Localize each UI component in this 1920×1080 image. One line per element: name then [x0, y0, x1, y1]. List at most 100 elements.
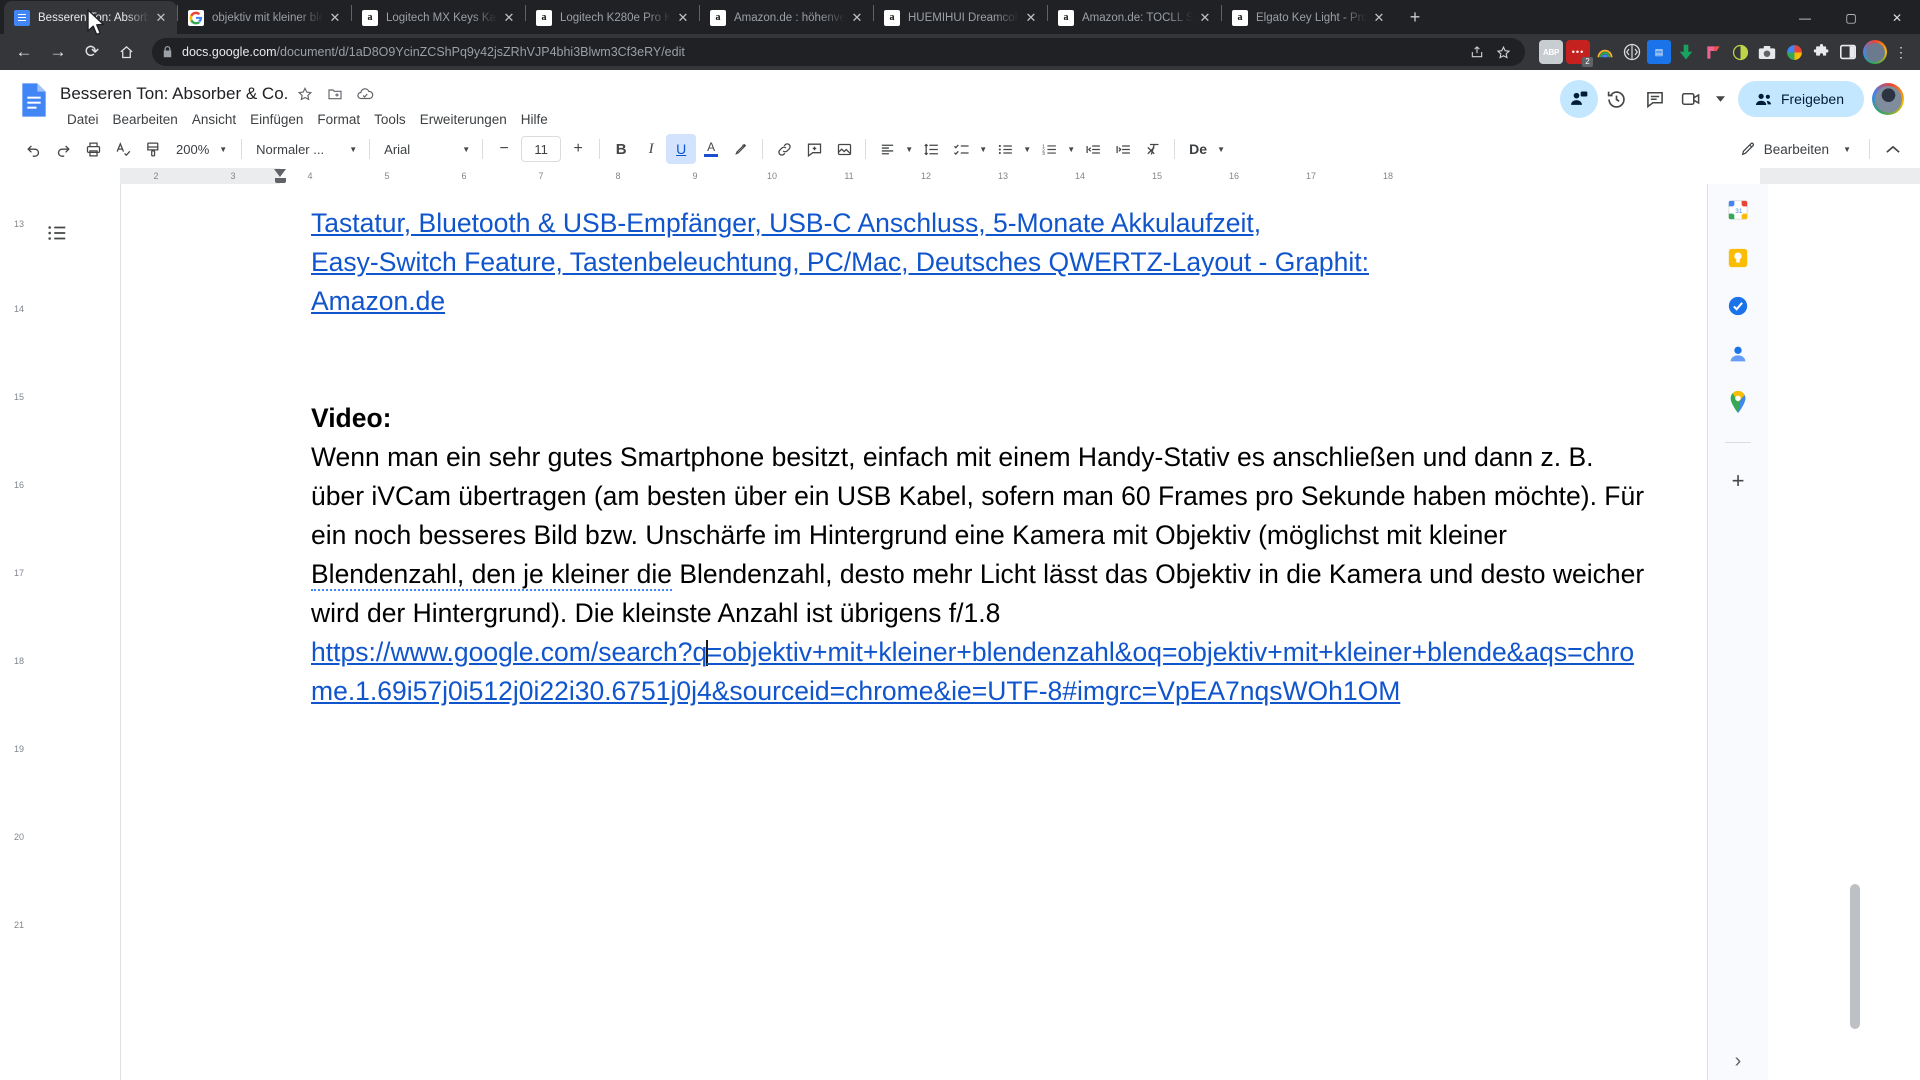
- checklist-dropdown-caret[interactable]: ▼: [976, 134, 990, 164]
- sidepanel-icon[interactable]: [1836, 40, 1860, 64]
- spellcheck-button[interactable]: [108, 134, 138, 164]
- blue-document-icon[interactable]: ▤: [1647, 40, 1671, 64]
- avatar[interactable]: [1872, 83, 1904, 115]
- language-selector[interactable]: De ▼: [1181, 135, 1233, 163]
- close-icon[interactable]: ✕: [1197, 10, 1213, 26]
- horizontal-ruler[interactable]: 2 3 4 5 6 7 8 9 10 11 12 13 14 15 16 17 …: [0, 168, 1920, 184]
- bold-button[interactable]: B: [606, 134, 636, 164]
- home-button[interactable]: [110, 36, 142, 68]
- bullets-dropdown-caret[interactable]: ▼: [1020, 134, 1034, 164]
- bulleted-list-icon[interactable]: [990, 134, 1020, 164]
- undo-button[interactable]: [18, 134, 48, 164]
- meet-dropdown-caret[interactable]: [1712, 80, 1730, 118]
- editing-mode-button[interactable]: Bearbeiten ▼: [1730, 134, 1861, 164]
- colorpicker-icon[interactable]: [1782, 40, 1806, 64]
- adblock-plus-icon[interactable]: ABP: [1539, 40, 1563, 64]
- reload-button[interactable]: ⟳: [76, 36, 108, 68]
- close-icon[interactable]: ✕: [501, 10, 517, 26]
- increase-indent-icon[interactable]: [1108, 134, 1138, 164]
- new-tab-button[interactable]: +: [1401, 3, 1429, 31]
- close-icon[interactable]: ✕: [849, 10, 865, 26]
- browser-tab[interactable]: a HUEMIHUI Dreamcolour L ✕: [874, 1, 1047, 34]
- text-color-button[interactable]: A: [696, 134, 726, 164]
- move-to-folder-icon[interactable]: [322, 81, 348, 107]
- first-line-indent-marker[interactable]: [274, 169, 286, 177]
- address-bar[interactable]: docs.google.com/document/d/1aD8O9YcinZCS…: [152, 38, 1525, 66]
- document-page[interactable]: Tastatur, Bluetooth & USB-Empfänger, USB…: [120, 184, 1708, 1080]
- paragraph-style-selector[interactable]: Normaler ... ▼: [248, 135, 363, 163]
- font-selector[interactable]: Arial ▼: [376, 135, 476, 163]
- green-download-icon[interactable]: [1674, 40, 1698, 64]
- page-title[interactable]: Besseren Ton: Absorber & Co.: [60, 84, 288, 104]
- expand-side-panel-button[interactable]: ›: [1724, 1047, 1752, 1075]
- forward-button[interactable]: →: [42, 36, 74, 68]
- vertical-scrollbar[interactable]: [1850, 884, 1860, 1029]
- document-outline-icon[interactable]: [40, 216, 74, 250]
- circle-arrows-icon[interactable]: [1620, 40, 1644, 64]
- google-keep-icon[interactable]: [1726, 246, 1750, 270]
- screenshot-camera-icon[interactable]: [1755, 40, 1779, 64]
- insert-image-icon[interactable]: [829, 134, 859, 164]
- document-content[interactable]: Tastatur, Bluetooth & USB-Empfänger, USB…: [311, 204, 1647, 711]
- close-icon[interactable]: ✕: [1023, 10, 1039, 26]
- google-search-link[interactable]: https://www.google.com/search?q=objektiv…: [311, 633, 1647, 711]
- menu-erweiterungen[interactable]: Erweiterungen: [413, 109, 514, 130]
- close-icon[interactable]: ✕: [1371, 10, 1387, 26]
- browser-tab[interactable]: a Amazon.de: TOCLL Smart ✕: [1048, 1, 1221, 34]
- menu-einfuegen[interactable]: Einfügen: [243, 109, 310, 130]
- close-window-button[interactable]: ✕: [1874, 1, 1920, 34]
- grammar-suggestion-text[interactable]: Blendenzahl, den je kleiner die: [311, 559, 672, 591]
- back-button[interactable]: ←: [8, 36, 40, 68]
- google-contacts-icon[interactable]: [1726, 342, 1750, 366]
- print-button[interactable]: [78, 134, 108, 164]
- redo-button[interactable]: [48, 134, 78, 164]
- browser-tab[interactable]: a Amazon.de : höhenverstell ✕: [700, 1, 873, 34]
- red-notes-icon[interactable]: ••• 2: [1566, 40, 1593, 67]
- menu-tools[interactable]: Tools: [367, 109, 413, 130]
- share-button[interactable]: Freigeben: [1737, 81, 1864, 117]
- close-icon[interactable]: ✕: [153, 10, 169, 26]
- amazon-product-link-line[interactable]: Easy-Switch Feature, Tastenbeleuchtung, …: [311, 243, 1647, 282]
- font-size-input[interactable]: 11: [521, 136, 562, 162]
- paint-format-button[interactable]: [138, 134, 168, 164]
- menu-hilfe[interactable]: Hilfe: [514, 109, 555, 130]
- google-docs-logo[interactable]: [14, 80, 54, 120]
- menu-datei[interactable]: Datei: [60, 109, 106, 130]
- meeting-presence-icon[interactable]: [1559, 80, 1598, 118]
- amazon-product-link-line[interactable]: Amazon.de: [311, 282, 1647, 321]
- checklist-icon[interactable]: [946, 134, 976, 164]
- highlight-pen-icon[interactable]: [726, 134, 756, 164]
- decrease-indent-icon[interactable]: [1078, 134, 1108, 164]
- decrease-font-size-button[interactable]: −: [489, 134, 519, 164]
- add-addon-button[interactable]: +: [1726, 469, 1750, 493]
- menu-ansicht[interactable]: Ansicht: [185, 109, 243, 130]
- collapse-toolbar-button[interactable]: [1878, 134, 1908, 164]
- clear-formatting-icon[interactable]: [1138, 134, 1168, 164]
- numbered-dropdown-caret[interactable]: ▼: [1064, 134, 1078, 164]
- google-calendar-icon[interactable]: 31: [1726, 198, 1750, 222]
- google-tasks-icon[interactable]: [1726, 294, 1750, 318]
- rainbow-icon[interactable]: [1593, 40, 1617, 64]
- increase-font-size-button[interactable]: +: [563, 134, 593, 164]
- share-icon[interactable]: [1465, 40, 1489, 64]
- left-indent-marker[interactable]: [275, 178, 286, 183]
- align-left-icon[interactable]: [872, 134, 902, 164]
- menu-bearbeiten[interactable]: Bearbeiten: [106, 109, 185, 130]
- google-maps-icon[interactable]: [1726, 390, 1750, 414]
- browser-tab[interactable]: a Logitech K280e Pro Kabel ✕: [526, 1, 699, 34]
- body-paragraph[interactable]: Wenn man ein sehr gutes Smartphone besit…: [311, 438, 1647, 633]
- link-icon[interactable]: [769, 134, 799, 164]
- star-icon[interactable]: [1491, 40, 1515, 64]
- align-dropdown-caret[interactable]: ▼: [902, 134, 916, 164]
- pink-arrow-icon[interactable]: [1701, 40, 1725, 64]
- comments-icon[interactable]: [1636, 80, 1674, 118]
- star-icon[interactable]: [292, 81, 318, 107]
- underline-button[interactable]: U: [666, 134, 697, 164]
- chrome-menu-icon[interactable]: ⋮: [1890, 40, 1912, 64]
- profile-avatar[interactable]: [1863, 40, 1887, 64]
- close-icon[interactable]: ✕: [675, 10, 691, 26]
- browser-tab[interactable]: a Elgato Key Light - Profess ✕: [1222, 1, 1395, 34]
- meet-camera-icon[interactable]: [1674, 80, 1712, 118]
- zoom-selector[interactable]: 200% ▼: [168, 135, 235, 163]
- italic-button[interactable]: I: [636, 134, 666, 164]
